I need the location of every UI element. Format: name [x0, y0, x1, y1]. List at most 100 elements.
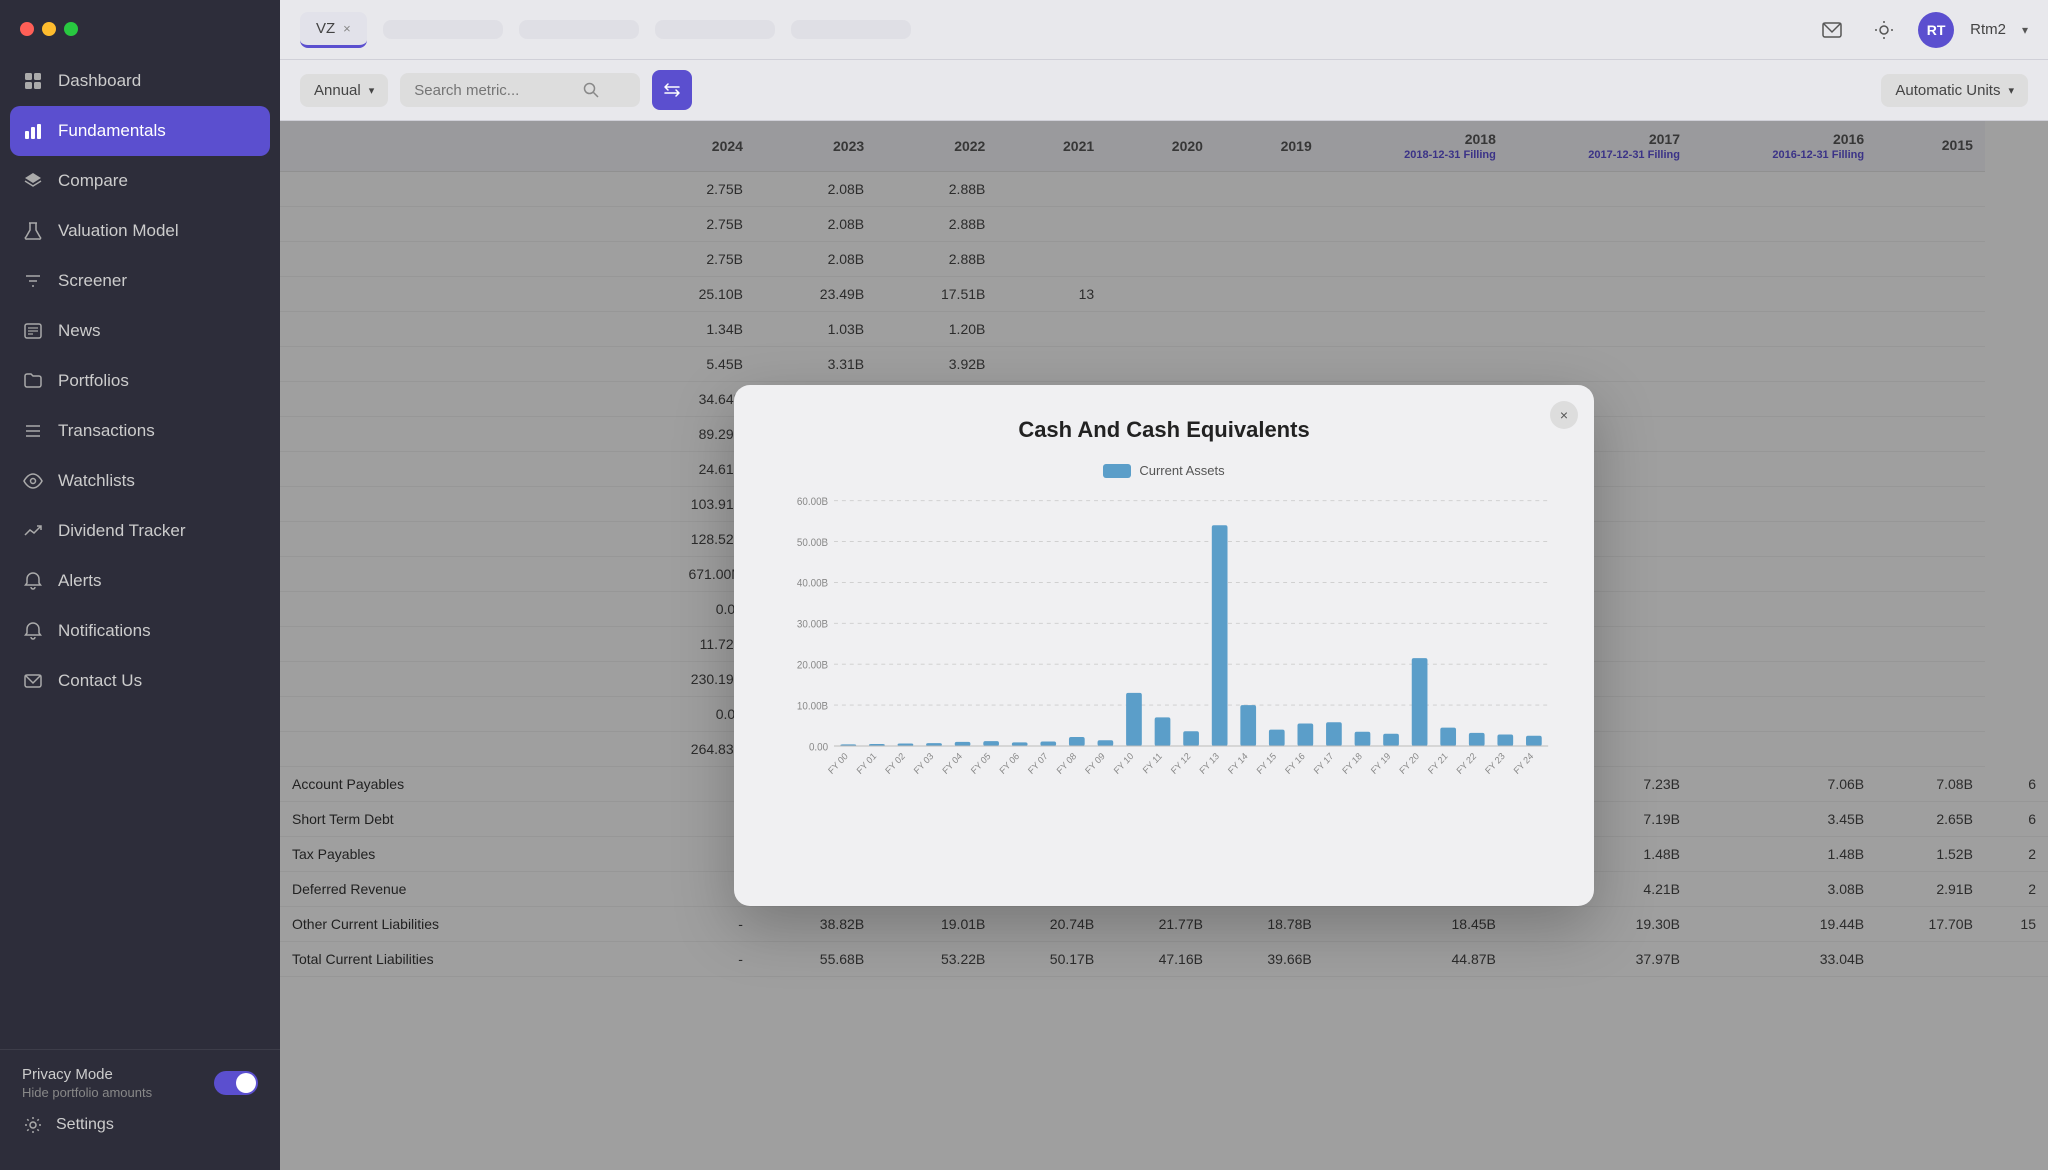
- search-metric-input[interactable]: [414, 82, 574, 99]
- gear-icon: [22, 1114, 44, 1136]
- svg-text:FY 16: FY 16: [1283, 751, 1306, 776]
- topbar-tab-vz[interactable]: VZ ×: [300, 12, 367, 48]
- svg-text:FY 02: FY 02: [883, 751, 906, 776]
- chart-legend: Current Assets: [770, 463, 1558, 478]
- svg-text:FY 23: FY 23: [1483, 751, 1506, 776]
- svg-text:60.00B: 60.00B: [797, 497, 828, 508]
- modal-close-button[interactable]: ×: [1550, 401, 1578, 429]
- folder-icon: [22, 370, 44, 392]
- svg-text:FY 09: FY 09: [1083, 751, 1106, 776]
- toolbar: Annual ▾ Automatic Units ▾: [280, 60, 2048, 121]
- sidebar-item-compare[interactable]: Compare: [0, 156, 280, 206]
- sidebar-item-dashboard[interactable]: Dashboard: [0, 56, 280, 106]
- sidebar-item-portfolios[interactable]: Portfolios: [0, 356, 280, 406]
- svg-text:20.00B: 20.00B: [797, 660, 828, 671]
- annual-select[interactable]: Annual ▾: [300, 74, 388, 107]
- topbar-tab-4[interactable]: [655, 20, 775, 39]
- svg-text:FY 24: FY 24: [1512, 751, 1535, 776]
- maximize-traffic-light[interactable]: [64, 22, 78, 36]
- flask-icon: [22, 220, 44, 242]
- svg-text:FY 01: FY 01: [855, 751, 878, 776]
- settings-label: Settings: [56, 1116, 114, 1134]
- bell2-icon: [22, 620, 44, 642]
- annual-dropdown-icon: ▾: [369, 84, 375, 97]
- minimize-traffic-light[interactable]: [42, 22, 56, 36]
- toggle-knob: [236, 1073, 256, 1093]
- main-area: VZ ×: [280, 0, 2048, 1170]
- privacy-toggle[interactable]: [214, 1071, 258, 1095]
- sidebar-item-dividend[interactable]: Dividend Tracker: [0, 506, 280, 556]
- sidebar-item-label: Valuation Model: [58, 221, 179, 241]
- sidebar-item-contact[interactable]: Contact Us: [0, 656, 280, 706]
- news-icon: [22, 320, 44, 342]
- switch-button[interactable]: [652, 70, 692, 110]
- traffic-lights: [0, 0, 280, 46]
- topbar-tab-5[interactable]: [791, 20, 911, 39]
- sidebar-item-transactions[interactable]: Transactions: [0, 406, 280, 456]
- svg-text:FY 05: FY 05: [969, 751, 992, 776]
- list-icon: [22, 420, 44, 442]
- legend-swatch: [1103, 464, 1131, 478]
- sidebar-item-notifications[interactable]: Notifications: [0, 606, 280, 656]
- sidebar-item-label: Dashboard: [58, 71, 141, 91]
- svg-text:10.00B: 10.00B: [797, 701, 828, 712]
- sidebar-item-label: Watchlists: [58, 471, 135, 491]
- trending-icon: [22, 520, 44, 542]
- svg-text:FY 12: FY 12: [1169, 751, 1192, 776]
- sidebar-item-alerts[interactable]: Alerts: [0, 556, 280, 606]
- eye-icon: [22, 470, 44, 492]
- svg-text:FY 22: FY 22: [1455, 751, 1478, 776]
- chart-modal-overlay[interactable]: Cash And Cash Equivalents × Current Asse…: [280, 121, 2048, 1170]
- sidebar-item-valuation[interactable]: Valuation Model: [0, 206, 280, 256]
- tab-label: VZ: [316, 20, 335, 37]
- sidebar-item-news[interactable]: News: [0, 306, 280, 356]
- privacy-sublabel: Hide portfolio amounts: [22, 1085, 152, 1100]
- sidebar: Dashboard Fundamentals Compare: [0, 0, 280, 1170]
- sidebar-item-label: Compare: [58, 171, 128, 191]
- brightness-icon-btn[interactable]: [1866, 12, 1902, 48]
- svg-text:FY 19: FY 19: [1369, 751, 1392, 776]
- mail-icon-btn[interactable]: [1814, 12, 1850, 48]
- units-select[interactable]: Automatic Units ▾: [1881, 74, 2028, 107]
- privacy-text: Privacy Mode Hide portfolio amounts: [22, 1066, 152, 1100]
- svg-text:FY 18: FY 18: [1340, 751, 1363, 776]
- avatar[interactable]: RT: [1918, 12, 1954, 48]
- topbar-tab-2[interactable]: [383, 20, 503, 39]
- user-dropdown-icon[interactable]: ▾: [2022, 23, 2028, 37]
- privacy-toggle-row: Privacy Mode Hide portfolio amounts: [22, 1066, 258, 1100]
- close-traffic-light[interactable]: [20, 22, 34, 36]
- bar-chart-icon: [22, 120, 44, 142]
- search-metric-box[interactable]: [400, 73, 640, 107]
- bar-chart-svg: 0.00 10.00B 20.00B 30.00B 40.00B 50.00B 60.00B…: [770, 490, 1558, 810]
- svg-text:40.00B: 40.00B: [797, 578, 828, 589]
- tab-close-icon[interactable]: ×: [343, 21, 351, 36]
- table-area: 2024 2023 2022 2021 2020 2019 20182018-1…: [280, 121, 2048, 1170]
- svg-text:30.00B: 30.00B: [797, 619, 828, 630]
- sidebar-item-label: Portfolios: [58, 371, 129, 391]
- svg-text:0.00: 0.00: [809, 742, 828, 753]
- topbar-right: RT Rtm2 ▾: [1814, 12, 2028, 48]
- svg-text:FY 20: FY 20: [1398, 751, 1421, 776]
- units-dropdown-icon: ▾: [2008, 84, 2014, 97]
- chart-modal: Cash And Cash Equivalents × Current Asse…: [734, 385, 1594, 906]
- svg-text:50.00B: 50.00B: [797, 538, 828, 549]
- svg-text:FY 21: FY 21: [1426, 751, 1449, 776]
- grid-icon: [22, 70, 44, 92]
- chart-container: 0.00 10.00B 20.00B 30.00B 40.00B 50.00B 60.00B…: [770, 490, 1558, 870]
- sidebar-item-screener[interactable]: Screener: [0, 256, 280, 306]
- svg-text:FY 07: FY 07: [1026, 751, 1049, 776]
- sidebar-item-fundamentals[interactable]: Fundamentals: [10, 106, 270, 156]
- topbar-tab-3[interactable]: [519, 20, 639, 39]
- sidebar-item-label: Contact Us: [58, 671, 142, 691]
- sidebar-item-settings[interactable]: Settings: [22, 1104, 258, 1146]
- svg-text:FY 04: FY 04: [941, 751, 964, 776]
- svg-text:FY 14: FY 14: [1226, 751, 1249, 776]
- user-name-label: Rtm2: [1970, 21, 2006, 38]
- svg-text:FY 03: FY 03: [912, 751, 935, 776]
- sidebar-item-label: Alerts: [58, 571, 101, 591]
- legend-label: Current Assets: [1139, 463, 1224, 478]
- filter-icon: [22, 270, 44, 292]
- sidebar-item-watchlists[interactable]: Watchlists: [0, 456, 280, 506]
- modal-title: Cash And Cash Equivalents: [770, 417, 1558, 443]
- sidebar-nav: Dashboard Fundamentals Compare: [0, 46, 280, 1049]
